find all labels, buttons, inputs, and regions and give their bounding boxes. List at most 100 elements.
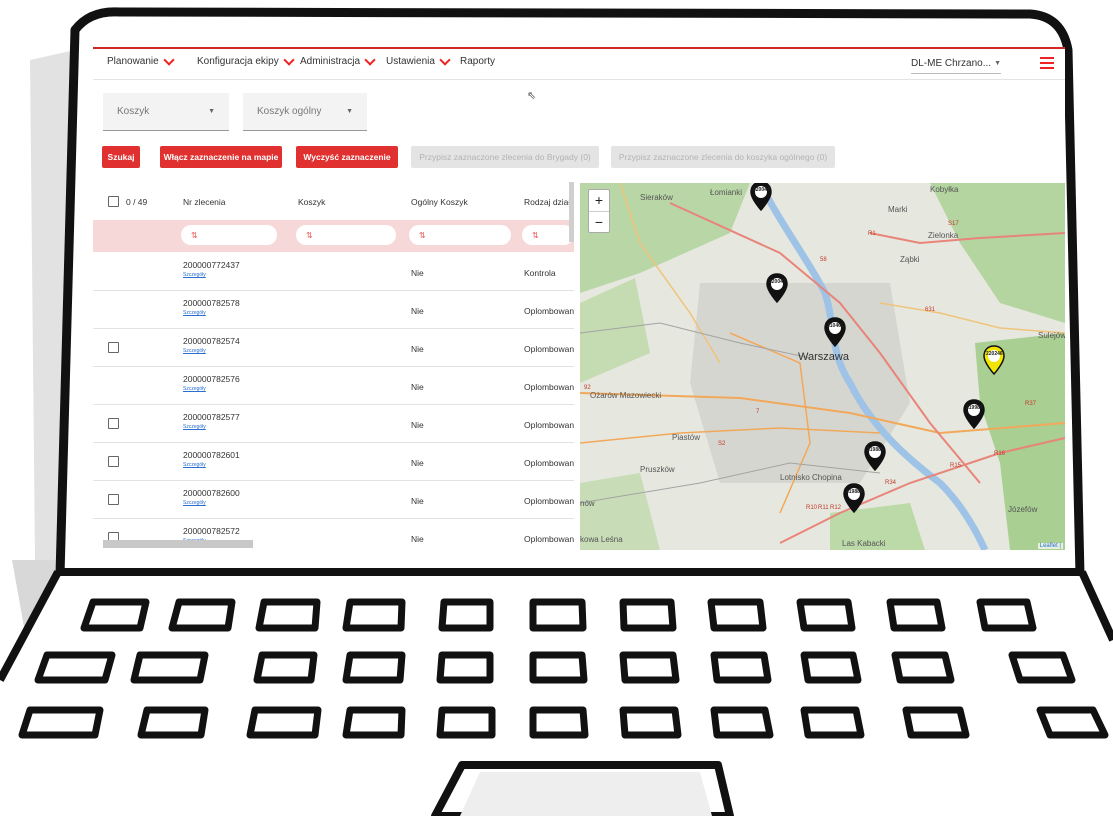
place-label: Ożarów Mazowiecki bbox=[590, 391, 662, 400]
order-number: 200000782600 bbox=[183, 488, 240, 498]
assign-to-general-basket-button[interactable]: Przypisz zaznaczone zlecenia do koszyka … bbox=[611, 146, 835, 168]
place-label: Łomianki bbox=[710, 188, 743, 197]
map-attribution[interactable]: Leaflet | bbox=[1037, 543, 1063, 549]
details-link[interactable]: Szczegóły bbox=[183, 272, 206, 278]
filter-input-nr[interactable]: ⇅ bbox=[181, 225, 277, 245]
place-label: Lotnisko Chopina bbox=[780, 473, 842, 482]
details-link[interactable]: Szczegóły bbox=[183, 348, 206, 354]
column-header-ogolny-koszyk[interactable]: Ogólny Koszyk bbox=[411, 197, 468, 207]
column-header-koszyk[interactable]: Koszyk bbox=[298, 197, 325, 207]
filter-icon: ⇅ bbox=[419, 230, 426, 240]
map-view[interactable]: + − Łomianki Marki Kobyłka Zielonka Ząbki Sul… bbox=[580, 183, 1065, 550]
place-label: Las Kabacki bbox=[842, 539, 886, 548]
map-pin-icon bbox=[864, 441, 886, 472]
koszyk-ogolny-select[interactable]: Koszyk ogólny ▼ bbox=[243, 93, 367, 131]
nav-label: Planowanie bbox=[107, 56, 159, 67]
row-checkbox[interactable] bbox=[108, 342, 119, 353]
map-marker[interactable]: 219888 bbox=[864, 441, 886, 472]
assign-to-brigade-button[interactable]: Przypisz zaznaczone zlecenia do Brygady … bbox=[411, 146, 599, 168]
zoom-in-button[interactable]: + bbox=[589, 190, 609, 212]
place-label: Kobyłka bbox=[930, 185, 959, 194]
orders-table: 0 / 49 Nr zlecenia Koszyk Ogólny Koszyk … bbox=[93, 182, 574, 550]
koszyk-label: Koszyk bbox=[117, 106, 150, 117]
map-marker[interactable]: 220246 bbox=[983, 345, 1005, 376]
map-marker[interactable]: 219989 bbox=[963, 399, 985, 430]
nav-konfiguracja-ekipy[interactable]: Konfiguracja ekipy bbox=[197, 53, 295, 67]
zoom-control: + − bbox=[588, 189, 610, 233]
details-link[interactable]: Szczegóły bbox=[183, 386, 206, 392]
place-label: Piastów bbox=[672, 433, 701, 442]
vertical-scrollbar[interactable] bbox=[569, 182, 574, 242]
marker-label: 220047 bbox=[769, 279, 786, 285]
order-number: 200000782577 bbox=[183, 412, 240, 422]
road-label: R16 bbox=[994, 451, 1006, 457]
map-marker[interactable]: 220044 bbox=[750, 183, 772, 212]
nav-label: Raporty bbox=[460, 56, 496, 67]
map-pin-icon bbox=[963, 399, 985, 430]
road-label: 92 bbox=[584, 385, 591, 391]
row-checkbox[interactable] bbox=[108, 494, 119, 505]
table-row[interactable]: 200000782574 Szczegóły Nie Oplombowani bbox=[93, 328, 574, 367]
nav-planowanie[interactable]: Planowanie bbox=[107, 53, 175, 67]
koszyk-select[interactable]: Koszyk ▼ bbox=[103, 93, 229, 131]
filter-icon: ⇅ bbox=[306, 230, 313, 240]
zoom-out-button[interactable]: − bbox=[589, 212, 609, 233]
caret-down-icon: ▼ bbox=[994, 59, 1001, 67]
details-link[interactable]: Szczegóły bbox=[183, 424, 206, 430]
road-label: R37 bbox=[1025, 401, 1037, 407]
marker-label: 210461 bbox=[827, 323, 844, 329]
accent-line bbox=[93, 47, 1065, 49]
order-number: 200000782576 bbox=[183, 374, 240, 384]
table-row[interactable]: 200000782577 Szczegóły Nie Oplombowani bbox=[93, 404, 574, 443]
road-label: R34 bbox=[885, 480, 897, 486]
table-row[interactable]: 200000782600 Szczegóły Nie Oplombowani bbox=[93, 480, 574, 519]
nav-raporty[interactable]: Raporty bbox=[460, 56, 495, 67]
row-checkbox[interactable] bbox=[108, 456, 119, 467]
search-button[interactable]: Szukaj bbox=[102, 146, 140, 168]
keyboard-keys bbox=[18, 598, 1109, 739]
road-label: S2 bbox=[718, 441, 726, 447]
road-label: R10 bbox=[806, 505, 818, 511]
horizontal-scrollbar[interactable] bbox=[103, 540, 253, 548]
order-number: 200000782572 bbox=[183, 526, 240, 536]
place-label: Marki bbox=[888, 205, 908, 214]
nav-administracja[interactable]: Administracja bbox=[300, 53, 376, 67]
clear-selection-button[interactable]: Wyczyść zaznaczenie bbox=[296, 146, 398, 168]
map-marker[interactable]: 219888 bbox=[843, 483, 865, 514]
order-number: 200000782601 bbox=[183, 450, 240, 460]
table-row[interactable]: 200000782601 Szczegóły Nie Oplombowani bbox=[93, 442, 574, 481]
nav-ustawienia[interactable]: Ustawienia bbox=[386, 53, 451, 67]
select-all-checkbox[interactable] bbox=[108, 196, 119, 207]
map-pin-icon bbox=[766, 273, 788, 304]
table-row[interactable]: 200000782578 Szczegóły Nie Oplombowani bbox=[93, 290, 574, 329]
action-type-value: Oplombowani bbox=[524, 458, 574, 468]
column-header-rodzaj-dzialan[interactable]: Rodzaj działan bbox=[524, 197, 574, 207]
table-header: 0 / 49 Nr zlecenia Koszyk Ogólny Koszyk … bbox=[93, 182, 574, 220]
table-row[interactable]: 200000772437 Szczegóły Nie Kontrola bbox=[93, 252, 574, 291]
mouse-cursor-icon: ⇖ bbox=[527, 90, 537, 102]
general-basket-value: Nie bbox=[411, 268, 424, 278]
caret-down-icon: ▼ bbox=[208, 108, 215, 115]
filter-input-rodzaj[interactable]: ⇅ bbox=[522, 225, 574, 245]
hamburger-menu-icon[interactable] bbox=[1040, 57, 1054, 69]
app-screen: Planowanie Konfiguracja ekipy Administra… bbox=[93, 47, 1065, 550]
chevron-down-icon bbox=[364, 53, 376, 66]
action-type-value: Oplombowani bbox=[524, 344, 574, 354]
general-basket-value: Nie bbox=[411, 382, 424, 392]
table-row[interactable]: 200000782576 Szczegóły Nie Oplombowani bbox=[93, 366, 574, 405]
row-checkbox[interactable] bbox=[108, 418, 119, 429]
details-link[interactable]: Szczegóły bbox=[183, 462, 206, 468]
place-label: Zielonka bbox=[928, 231, 959, 240]
details-link[interactable]: Szczegóły bbox=[183, 500, 206, 506]
map-marker[interactable]: 220047 bbox=[766, 273, 788, 304]
column-header-nr-zlecenia[interactable]: Nr zlecenia bbox=[183, 197, 226, 207]
action-type-value: Oplombowani bbox=[524, 534, 574, 544]
user-select[interactable]: DL-ME Chrzano... ▼ bbox=[911, 53, 1001, 74]
details-link[interactable]: Szczegóły bbox=[183, 310, 206, 316]
filter-input-ogolny[interactable]: ⇅ bbox=[409, 225, 511, 245]
filter-input-koszyk[interactable]: ⇅ bbox=[296, 225, 396, 245]
map-marker[interactable]: 210461 bbox=[824, 317, 846, 348]
nav-label: Konfiguracja ekipy bbox=[197, 56, 279, 67]
general-basket-value: Nie bbox=[411, 534, 424, 544]
enable-map-selection-button[interactable]: Włącz zaznaczenie na mapie bbox=[160, 146, 282, 168]
